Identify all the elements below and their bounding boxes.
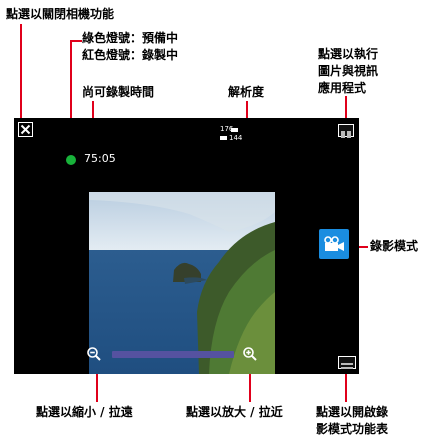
- remaining-time: 75:05: [84, 152, 116, 165]
- resolution-box-top: [231, 128, 238, 132]
- close-button[interactable]: [18, 122, 33, 137]
- callout-mode-menu-line2: 影模式功能表: [316, 422, 389, 436]
- callout-zoom-out: 點選以縮小 / 拉遠: [36, 405, 133, 419]
- callout-open-album-line1: 點選以執行: [318, 47, 379, 61]
- zoom-out-button[interactable]: [86, 346, 102, 362]
- callout-open-album-line3: 應用程式: [318, 81, 367, 95]
- callout-open-album-line2: 圖片與視訊: [318, 64, 379, 78]
- callout-remaining-time: 尚可錄製時間: [82, 85, 155, 99]
- zoom-in-icon: [243, 347, 257, 361]
- mode-menu-button[interactable]: [338, 356, 356, 369]
- resolution-height: 144: [229, 134, 243, 142]
- camera-viewfinder: 75:05 176 144: [14, 118, 359, 374]
- zoom-out-icon: [87, 347, 101, 361]
- album-button[interactable]: [338, 124, 354, 138]
- close-icon: [20, 124, 31, 135]
- resolution-indicator[interactable]: 176 144: [220, 126, 243, 144]
- zoom-in-button[interactable]: [242, 346, 258, 362]
- callout-video-mode: 錄影模式: [370, 239, 419, 253]
- zoom-slider[interactable]: [112, 351, 234, 358]
- video-mode-button[interactable]: [319, 229, 349, 259]
- menu-icon: [341, 363, 353, 369]
- callout-green-light: 綠色燈號：預備中: [82, 31, 179, 45]
- album-icon: [341, 131, 351, 138]
- leader-close: [20, 24, 22, 122]
- recording-status-indicator: [66, 155, 76, 165]
- callout-close-camera: 點選以關閉相機功能: [6, 7, 115, 21]
- video-camera-icon: [324, 236, 344, 251]
- callout-zoom-in: 點選以放大 / 拉近: [186, 405, 283, 419]
- callout-red-light: 紅色燈號：錄製中: [82, 48, 179, 62]
- resolution-box-bottom: [220, 136, 227, 140]
- callout-mode-menu-line1: 點選以開啟錄: [316, 405, 389, 419]
- callout-resolution: 解析度: [228, 85, 265, 99]
